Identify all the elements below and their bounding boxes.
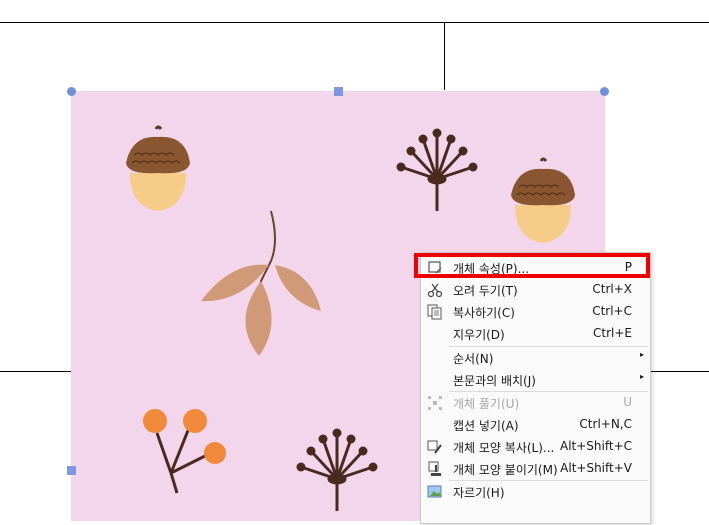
menu-item-crop[interactable]: 자르기(H)	[421, 481, 650, 503]
menu-item-label: 개체 풀기(U)	[453, 397, 520, 411]
table-border-top	[0, 22, 709, 23]
crop-icon	[427, 484, 443, 500]
menu-item-label: 개체 모양 복사(L)...	[453, 441, 555, 455]
leaves-icon	[201, 210, 321, 356]
menu-item-label: 본문과의 배치(J)	[453, 374, 536, 388]
copy-icon	[427, 304, 443, 320]
resize-handle-left[interactable]	[67, 466, 76, 475]
menu-item-label: 개체 모양 붙이기(M)	[453, 463, 558, 477]
table-border-vertical	[444, 22, 445, 90]
menu-item-label: 캡션 넣기(A)	[453, 419, 519, 433]
menu-item-label: 오려 두기(T)	[453, 284, 518, 298]
menu-item-copy-object-format[interactable]: 개체 모양 복사(L)... Alt+Shift+C	[421, 436, 650, 458]
menu-item-insert-caption[interactable]: 캡션 넣기(A) Ctrl+N,C	[421, 414, 650, 436]
acorn-icon	[511, 157, 575, 243]
menu-item-shortcut: Alt+Shift+C	[559, 439, 632, 453]
menu-item-order[interactable]: 순서(N) ▸	[421, 347, 650, 369]
menu-item-copy[interactable]: 복사하기(C) Ctrl+C	[421, 301, 650, 323]
menu-item-label: 지우기(D)	[453, 328, 505, 342]
menu-item-ungroup[interactable]: 개체 풀기(U) U	[421, 392, 650, 414]
menu-item-shortcut: U	[623, 395, 632, 409]
copy-format-icon	[427, 439, 443, 455]
menu-item-shortcut: Ctrl+E	[593, 326, 632, 340]
resize-handle-top[interactable]	[334, 87, 343, 96]
highlight-annotation-box	[414, 253, 650, 278]
berries-icon	[143, 409, 226, 494]
menu-item-shortcut: Ctrl+N,C	[579, 417, 632, 431]
resize-handle-top-left[interactable]	[67, 87, 76, 96]
acorn-icon	[126, 125, 190, 211]
plant-icon	[396, 128, 478, 211]
menu-item-label: 복사하기(C)	[453, 306, 515, 320]
menu-item-shortcut: Ctrl+C	[592, 304, 632, 318]
menu-item-shortcut: Ctrl+X	[592, 282, 632, 296]
context-menu: 개체 속성(P)... P 오려 두기(T) Ctrl+X 복사하기(C) Ct…	[420, 252, 651, 524]
menu-item-label: 순서(N)	[453, 352, 494, 366]
submenu-arrow-icon: ▸	[639, 350, 644, 359]
paste-format-icon	[427, 461, 443, 477]
menu-item-delete[interactable]: 지우기(D) Ctrl+E	[421, 323, 650, 345]
menu-item-paste-object-format[interactable]: 개체 모양 붙이기(M) Alt+Shift+V	[421, 458, 650, 480]
menu-item-cut[interactable]: 오려 두기(T) Ctrl+X	[421, 279, 650, 301]
ungroup-icon	[427, 395, 443, 411]
submenu-arrow-icon: ▸	[639, 372, 644, 381]
scissors-icon	[427, 282, 443, 298]
menu-item-text-wrap[interactable]: 본문과의 배치(J) ▸	[421, 369, 650, 391]
resize-handle-top-right[interactable]	[600, 87, 609, 96]
menu-item-label: 자르기(H)	[453, 486, 505, 500]
menu-item-shortcut: Alt+Shift+V	[560, 461, 632, 475]
plant-icon	[296, 428, 378, 511]
